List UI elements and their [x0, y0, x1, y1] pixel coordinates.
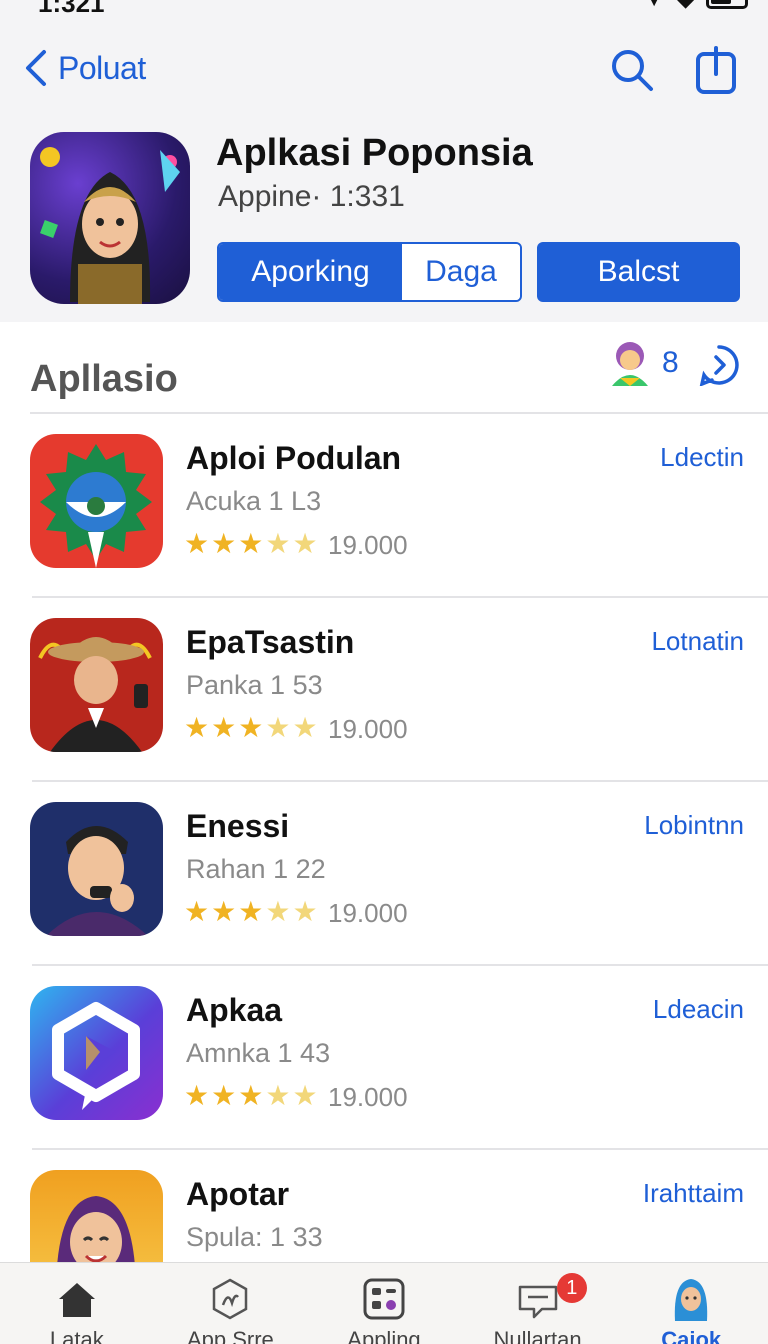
star-icon: ★: [211, 712, 237, 743]
app-name: EpaTsastin: [186, 624, 355, 660]
status-time: 1:321: [38, 0, 105, 18]
star-icon: ★: [238, 528, 264, 559]
rating-count: 19.000: [328, 1082, 408, 1112]
list-item[interactable]: Aploi Podulan Acuka 1 L3 ★ ★ ★ ★ ★ 19.000 Ld…: [0, 414, 768, 598]
list-item[interactable]: Enessi Rahan 1 22 ★ ★ ★ ★ ★ 19.000 Lobintnn: [0, 782, 768, 966]
star-icon: ★: [211, 528, 237, 559]
woman-hijab-illustration: [40, 147, 180, 304]
avatar-icon: [612, 342, 648, 386]
app-subtitle: Acuka 1 L3: [186, 486, 322, 516]
star-icon: ★: [238, 1080, 264, 1111]
app-subtitle: Amnka 1 43: [186, 1038, 331, 1068]
tab-appling[interactable]: Appling: [307, 1263, 461, 1344]
app-icon: [30, 132, 190, 304]
back-button[interactable]: Poluat: [22, 48, 146, 88]
app-header: 1:321 ▼ ◆ Poluat Aplkas: [0, 0, 768, 322]
star-half-icon: ★: [265, 896, 291, 927]
segment-aporking[interactable]: Aporking: [219, 244, 402, 300]
app-thumbnail: [30, 618, 163, 752]
app-store-icon: [213, 1278, 248, 1320]
tab-label: Latak: [49, 1327, 104, 1344]
man-character-icon: [46, 826, 148, 936]
segment-daga[interactable]: Daga: [402, 244, 520, 300]
battery-icon: [706, 0, 748, 9]
tab-caiok[interactable]: Caiok: [614, 1263, 768, 1344]
rating-count: 19.000: [328, 530, 408, 560]
chat-icon: [518, 1285, 557, 1319]
star-icon: ★: [184, 712, 210, 743]
app-thumbnail: [30, 986, 163, 1120]
list-item[interactable]: Apkaa Amnka 1 43 ★ ★ ★ ★ ★ 19.000 Ldeacin: [0, 966, 768, 1150]
star-icon: ★: [211, 1080, 237, 1111]
star-icon: ★: [238, 712, 264, 743]
star-icon: ★: [184, 528, 210, 559]
home-icon: [58, 1283, 95, 1317]
app-name: Enessi: [186, 808, 290, 844]
segmented-control: Aporking Daga: [217, 242, 522, 302]
app-action-link[interactable]: Irahttaim: [643, 1178, 744, 1209]
star-icon: ★: [211, 896, 237, 927]
rating-stars: ★ ★ ★ ★ ★: [184, 1082, 318, 1110]
tab-latak[interactable]: Latak: [0, 1263, 154, 1344]
app-name: Aploi Podulan: [186, 440, 402, 476]
status-bar: 1:321 ▼ ◆: [0, 0, 768, 18]
star-half-icon: ★: [265, 1080, 291, 1111]
tab-label: Nullartan: [493, 1327, 582, 1344]
signal-icon: ▼: [643, 0, 665, 12]
primary-action-button[interactable]: Balcst: [537, 242, 740, 302]
star-icon: ★: [238, 896, 264, 927]
tab-app-store[interactable]: App Srre: [154, 1263, 308, 1344]
chevron-left-icon: [26, 50, 46, 86]
chevron-right-circle-icon[interactable]: [698, 344, 740, 386]
star-empty-icon: ★: [292, 896, 318, 927]
app-action-link[interactable]: Lotnatin: [651, 626, 744, 657]
notification-badge: 1: [556, 1273, 587, 1303]
app-subtitle: Appine· 1:331: [218, 180, 405, 213]
tab-label: Caiok: [661, 1327, 722, 1344]
tab-label: App Srre: [186, 1327, 274, 1344]
rating-stars: ★ ★ ★ ★ ★: [184, 898, 318, 926]
status-icons: ▼ ◆: [643, 0, 748, 12]
app-subtitle: Spula: 1 33: [186, 1222, 323, 1252]
tab-nullartan[interactable]: 1 Nullartan: [461, 1263, 615, 1344]
profile-icon: [674, 1279, 708, 1321]
app-title: Aplkasi Poponsia: [216, 132, 533, 174]
app-subtitle: Rahan 1 22: [186, 854, 326, 884]
star-empty-icon: ★: [292, 1080, 318, 1111]
app-thumbnail: [30, 434, 163, 568]
app-name: Apotar: [186, 1176, 290, 1212]
green-badge-icon: [40, 444, 152, 568]
share-icon[interactable]: [694, 44, 738, 96]
play-hexagon-icon: [52, 1002, 140, 1110]
list-item[interactable]: EpaTsastin Panka 1 53 ★ ★ ★ ★ ★ 19.000 Lotna…: [0, 598, 768, 782]
tab-label: Appling: [347, 1327, 421, 1344]
app-thumbnail: [30, 802, 163, 936]
app-subtitle: Panka 1 53: [186, 670, 323, 700]
rating-count: 19.000: [328, 714, 408, 744]
star-icon: ★: [184, 896, 210, 927]
apps-grid-icon: [363, 1278, 405, 1320]
section-title: Apllasio: [30, 358, 178, 400]
rating-stars: ★ ★ ★ ★ ★: [184, 714, 318, 742]
app-action-link[interactable]: Ldectin: [660, 442, 744, 473]
rating-stars: ★ ★ ★ ★ ★: [184, 530, 318, 558]
cowboy-character-icon: [38, 637, 152, 752]
tab-bar: Latak App Srre Appling 1 Nullartan Caiok: [0, 1262, 768, 1344]
back-label: Poluat: [58, 49, 146, 86]
rating-count: 19.000: [328, 898, 408, 928]
star-half-icon: ★: [265, 528, 291, 559]
star-half-icon: ★: [265, 712, 291, 743]
star-empty-icon: ★: [292, 528, 318, 559]
wifi-icon: ◆: [677, 0, 694, 12]
star-empty-icon: ★: [292, 712, 318, 743]
app-action-link[interactable]: Lobintnn: [644, 810, 744, 841]
star-icon: ★: [184, 1080, 210, 1111]
app-name: Apkaa: [186, 992, 283, 1028]
app-action-link[interactable]: Ldeacin: [653, 994, 744, 1025]
section-count: 8: [662, 346, 679, 379]
search-icon[interactable]: [608, 46, 656, 94]
